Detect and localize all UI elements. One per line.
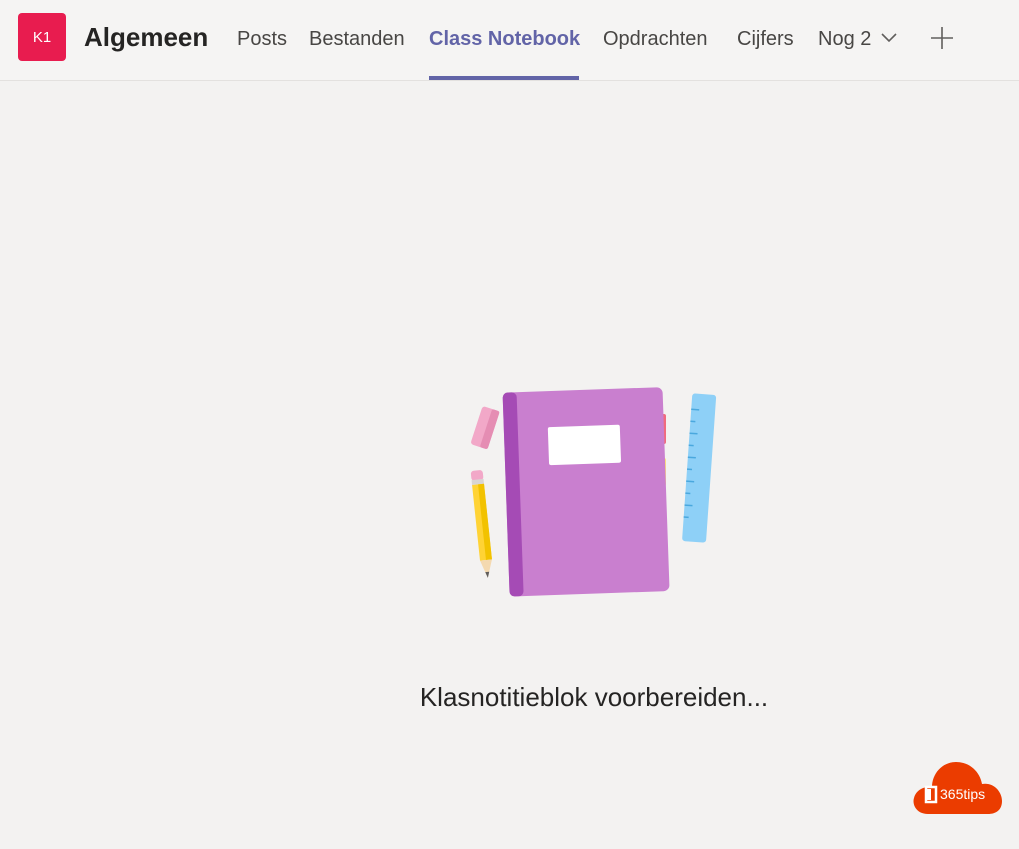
tab-label: Nog 2 xyxy=(818,28,872,50)
tab-label: Opdrachten xyxy=(603,28,708,50)
watermark-text: 365tips xyxy=(940,786,986,802)
ruler-icon xyxy=(682,393,717,543)
notebook-illustration xyxy=(470,387,717,597)
chevron-down-icon[interactable] xyxy=(880,32,898,44)
channel-header: K1 Algemeen Posts Bestanden Class Notebo… xyxy=(0,0,1019,81)
plus-icon[interactable] xyxy=(928,24,956,52)
eraser-icon xyxy=(471,406,500,449)
tab-label: Class Notebook xyxy=(429,28,581,50)
tab-label: Cijfers xyxy=(737,28,794,50)
team-avatar[interactable]: K1 xyxy=(18,13,66,61)
more-tabs-button[interactable]: Nog 2 xyxy=(818,28,871,51)
tab-cijfers[interactable]: Cijfers xyxy=(737,28,794,51)
active-tab-indicator xyxy=(429,76,579,80)
tab-class-notebook[interactable]: Class Notebook xyxy=(429,28,580,51)
tab-opdrachten[interactable]: Opdrachten xyxy=(603,28,708,51)
team-avatar-initials: K1 xyxy=(32,28,52,46)
tab-label: Posts xyxy=(237,28,288,50)
tab-posts[interactable]: Posts xyxy=(237,28,287,51)
tab-label: Bestanden xyxy=(309,28,405,50)
tab-bestanden[interactable]: Bestanden xyxy=(309,28,405,51)
channel-title: Algemeen xyxy=(84,22,209,52)
notebook-icon xyxy=(502,387,670,597)
loading-message: Klasnotitieblok voorbereiden... xyxy=(419,682,769,712)
pencil-icon xyxy=(470,470,492,578)
